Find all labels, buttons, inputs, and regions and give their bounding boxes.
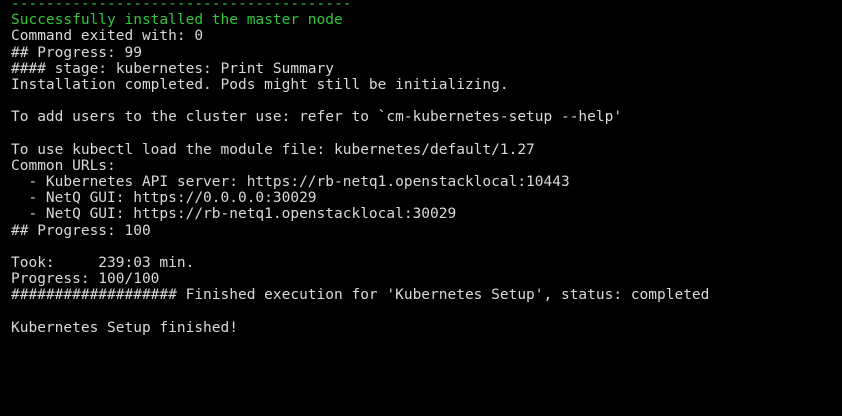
exit-code-line: Command exited with: 0: [11, 28, 204, 45]
terminal-window[interactable]: --------------------------------------- …: [0, 0, 842, 416]
installation-status-line: Installation completed. Pods might still…: [11, 76, 509, 93]
url-item-netq-gui-host: - NetQ GUI: https://rb-netq1.openstacklo…: [11, 206, 457, 223]
url-item-netq-gui-local: - NetQ GUI: https://0.0.0.0:30029: [11, 190, 317, 207]
finished-execution-line: ################### Finished execution f…: [11, 287, 710, 304]
kubectl-module-line: To use kubectl load the module file: kub…: [11, 141, 535, 158]
separator-line: ---------------------------------------: [11, 0, 352, 12]
success-message: Successfully installed the master node: [11, 12, 343, 29]
progress-line: ## Progress: 100: [11, 222, 151, 239]
progress-summary-line: Progress: 100/100: [11, 271, 160, 288]
setup-finished-line: Kubernetes Setup finished!: [11, 319, 238, 336]
stage-line: #### stage: kubernetes: Print Summary: [11, 60, 335, 77]
progress-line: ## Progress: 99: [11, 44, 142, 61]
url-item-api-server: - Kubernetes API server: https://rb-netq…: [11, 174, 570, 191]
terminal-output: --------------------------------------- …: [11, 0, 709, 336]
add-users-line: To add users to the cluster use: refer t…: [11, 109, 623, 126]
common-urls-heading: Common URLs:: [11, 157, 116, 174]
duration-line: Took: 239:03 min.: [11, 255, 195, 271]
